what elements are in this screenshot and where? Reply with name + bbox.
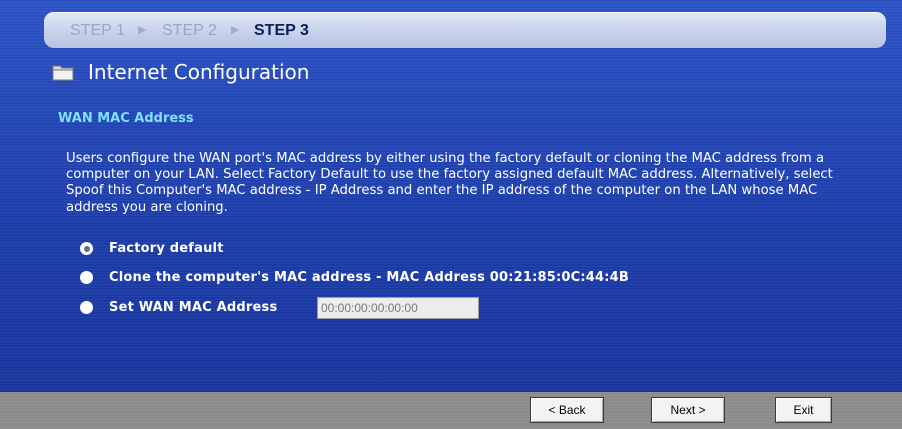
- next-button[interactable]: Next >: [651, 397, 725, 423]
- back-button[interactable]: < Back: [530, 397, 604, 423]
- step-indicator: STEP 1 ▶ STEP 2 ▶ STEP 3: [44, 12, 886, 48]
- step-arrow-icon: ▶: [231, 23, 240, 36]
- option-label: Clone the computer's MAC address - MAC A…: [109, 270, 630, 285]
- option-label: Set WAN MAC Address: [109, 300, 278, 315]
- radio-button-selected[interactable]: [80, 242, 93, 255]
- footer-bar: [0, 392, 902, 429]
- step-3-label: STEP 3: [254, 22, 309, 39]
- section-description: Users configure the WAN port's MAC addre…: [66, 151, 833, 215]
- step-arrow-icon: ▶: [138, 23, 147, 36]
- wizard-panel: STEP 1 ▶ STEP 2 ▶ STEP 3 Internet Config…: [0, 0, 902, 429]
- section-title: WAN MAC Address: [58, 111, 194, 126]
- radio-button[interactable]: [80, 301, 93, 314]
- step-1-label: STEP 1: [70, 22, 125, 39]
- step-2-label: STEP 2: [162, 22, 217, 39]
- page-title: Internet Configuration: [88, 60, 310, 84]
- option-label: Factory default: [109, 241, 224, 256]
- wan-mac-address-input[interactable]: [317, 297, 479, 319]
- radio-button[interactable]: [80, 271, 93, 284]
- exit-button[interactable]: Exit: [775, 397, 832, 423]
- folder-icon: [52, 65, 74, 81]
